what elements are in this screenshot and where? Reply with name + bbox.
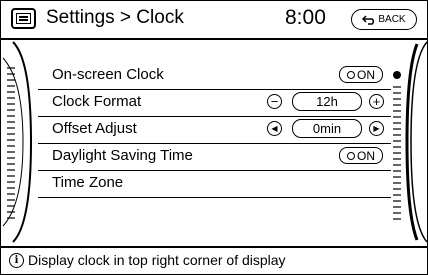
on-screen-clock-toggle[interactable]: ON <box>339 66 383 83</box>
row-daylight-saving-time[interactable]: Daylight Saving Time ON <box>38 143 391 171</box>
info-text: Display clock in top right corner of dis… <box>28 252 286 268</box>
offset-adjust-value: 0min <box>292 119 362 138</box>
row-label: Offset Adjust <box>52 120 137 137</box>
toggle-indicator-icon <box>347 70 355 79</box>
offset-adjust-stepper: ◀ 0min ▶ <box>267 119 387 139</box>
row-label: Clock Format <box>52 93 142 110</box>
decrease-button[interactable]: ◀ <box>267 121 282 136</box>
settings-list: On-screen Clock ON Clock Format − 12h + … <box>1 40 427 244</box>
toggle-value: ON <box>357 67 375 82</box>
toggle-value: ON <box>357 148 375 163</box>
row-label: Daylight Saving Time <box>52 147 193 164</box>
increase-button[interactable]: + <box>369 94 384 109</box>
increase-button[interactable]: ▶ <box>369 121 384 136</box>
clock-format-value: 12h <box>292 92 362 111</box>
info-bar: i Display clock in top right corner of d… <box>1 248 427 274</box>
minus-icon: − <box>270 94 279 109</box>
clock-settings-screen: Settings > Clock 8:00 BACK On-screen Clo… <box>0 0 428 275</box>
info-icon: i <box>9 253 24 268</box>
right-scroll-rail <box>405 41 427 243</box>
left-arrow-icon: ◀ <box>271 123 278 133</box>
clock-display: 8:00 <box>285 6 326 29</box>
toggle-indicator-icon <box>347 151 355 160</box>
page-title: Settings > Clock <box>46 7 184 28</box>
daylight-saving-toggle[interactable]: ON <box>339 147 383 164</box>
back-button[interactable]: BACK <box>351 9 417 30</box>
header-bar: Settings > Clock 8:00 BACK <box>1 1 427 38</box>
row-time-zone[interactable]: Time Zone <box>38 170 391 198</box>
decrease-button[interactable]: − <box>267 94 282 109</box>
plus-icon: + <box>372 94 381 109</box>
row-label: Time Zone <box>52 174 124 191</box>
right-arrow-icon: ▶ <box>373 123 380 133</box>
back-arrow-icon <box>362 14 375 25</box>
scroll-position-dot <box>393 71 401 79</box>
back-label: BACK <box>378 14 406 25</box>
row-label: On-screen Clock <box>52 66 164 83</box>
left-scroll-rail <box>2 41 33 243</box>
menu-icon[interactable] <box>11 8 36 29</box>
clock-format-stepper: − 12h + <box>267 92 387 112</box>
row-clock-format[interactable]: Clock Format − 12h + <box>38 89 391 117</box>
row-on-screen-clock[interactable]: On-screen Clock ON <box>38 62 391 90</box>
row-offset-adjust[interactable]: Offset Adjust ◀ 0min ▶ <box>38 116 391 144</box>
